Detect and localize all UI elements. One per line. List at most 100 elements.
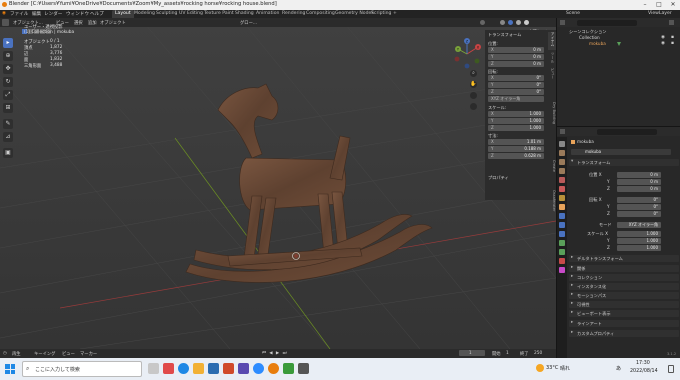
app-icon-2[interactable] — [223, 363, 234, 374]
prop-rotation-z[interactable]: 0° — [617, 211, 661, 217]
app-icon-5[interactable] — [298, 363, 309, 374]
ime-indicator[interactable]: あ — [616, 365, 621, 372]
solid-shading-icon[interactable] — [508, 20, 513, 25]
texture-tab-icon[interactable] — [559, 267, 565, 273]
measure-tool-icon[interactable]: ⊿ — [3, 132, 13, 142]
menu-add[interactable]: 追加 — [88, 20, 97, 26]
app-icon-3[interactable] — [238, 363, 249, 374]
menu-object[interactable]: オブジェクト — [100, 20, 126, 26]
menu-window[interactable]: ウィンドウ — [66, 11, 89, 17]
maximize-button[interactable]: □ — [652, 0, 666, 10]
outliner-collection[interactable]: Collection — [579, 35, 600, 40]
prop-scale-y[interactable]: 1.000 — [617, 238, 661, 244]
ortho-toggle-icon[interactable] — [470, 103, 477, 110]
edge-browser-icon[interactable] — [178, 363, 189, 374]
task-view-icon[interactable] — [148, 363, 159, 374]
motion-paths-section[interactable]: ▸ モーションパス — [569, 292, 679, 299]
menu-render[interactable]: レンダー — [44, 11, 62, 17]
object-visibility-eye-icon[interactable]: ◉ — [661, 41, 665, 46]
material-tab-icon[interactable] — [559, 258, 565, 264]
viewport-display-section[interactable]: ▸ ビューポート表示 — [569, 310, 679, 317]
side-tab-item[interactable]: アイテム — [548, 32, 556, 50]
object-camera-icon[interactable]: ▪ — [671, 41, 674, 46]
physics-tab-icon[interactable] — [559, 231, 565, 237]
blender-taskbar-icon[interactable] — [268, 363, 279, 374]
menu-edit[interactable]: 編集 — [32, 11, 41, 17]
wireframe-shading-icon[interactable] — [500, 20, 505, 25]
collection-tab-icon[interactable] — [559, 195, 565, 201]
camera-view-icon[interactable] — [470, 92, 477, 99]
app-icon-1[interactable] — [163, 363, 174, 374]
minimize-button[interactable]: – — [638, 0, 652, 10]
material-shading-icon[interactable] — [516, 20, 521, 25]
view-layer-tab-icon[interactable] — [559, 168, 565, 174]
object-tab-icon[interactable] — [559, 204, 565, 210]
npanel-rotation-z[interactable]: Z 0° — [488, 89, 544, 95]
filter-icon[interactable] — [669, 20, 674, 25]
transform-tool-icon[interactable]: ⊞ — [3, 103, 13, 113]
prop-scale-x[interactable]: 1.000 — [617, 231, 661, 237]
add-workspace-button[interactable]: + — [390, 10, 400, 18]
prop-rotation-y[interactable]: 0° — [617, 204, 661, 210]
npanel-location-z[interactable]: Z0 m — [488, 61, 544, 67]
prop-rotation-mode-select[interactable]: XYZ オイラー角 — [617, 222, 661, 228]
npanel-properties-section[interactable]: プロパティ — [488, 175, 509, 181]
prop-location-y[interactable]: 0 m — [617, 179, 661, 185]
prop-location-z[interactable]: 0 m — [617, 186, 661, 192]
tab-animation[interactable]: Animation — [253, 10, 282, 18]
menu-keying[interactable]: キーイング — [34, 351, 55, 357]
prop-location-x[interactable]: 0 m — [617, 172, 661, 178]
notification-icon[interactable] — [668, 365, 674, 373]
world-tab-icon[interactable] — [559, 186, 565, 192]
side-tab-ossafenster[interactable]: Ossafenster — [548, 190, 556, 226]
particles-tab-icon[interactable] — [559, 222, 565, 228]
side-tab-view[interactable]: ビュー — [548, 68, 556, 82]
end-frame-value[interactable]: 250 — [534, 351, 542, 356]
cursor-tool-icon[interactable]: ⊕ — [3, 51, 13, 61]
zoom-app-icon[interactable] — [253, 363, 264, 374]
relations-section[interactable]: ▸ 関係 — [569, 265, 679, 272]
rotate-tool-icon[interactable]: ↻ — [3, 77, 13, 87]
npanel-transform-header[interactable]: トランスフォーム — [488, 32, 521, 38]
store-icon[interactable] — [208, 363, 219, 374]
npanel-rotation-x[interactable]: X 0° — [488, 75, 544, 81]
add-cube-tool-icon[interactable]: ▣ — [3, 148, 13, 158]
collection-visibility-eye-icon[interactable]: ◉ — [661, 35, 665, 40]
data-tab-icon[interactable] — [559, 249, 565, 255]
view-layer-selector[interactable]: ViewLayer — [648, 11, 672, 16]
close-button[interactable]: ✕ — [666, 0, 680, 10]
object-name-field[interactable]: mokuba — [571, 149, 671, 155]
shading-buttons[interactable] — [480, 20, 534, 25]
delta-transform-section[interactable]: ▸ デルタトランスフォーム — [569, 255, 679, 262]
current-frame-field[interactable]: 1 — [459, 350, 485, 356]
annotate-tool-icon[interactable]: ✎ — [3, 119, 13, 129]
properties-search-input[interactable] — [597, 128, 657, 135]
outliner-search-input[interactable] — [577, 19, 637, 26]
orientation-selector[interactable]: グロー... — [240, 20, 257, 26]
npanel-scale-y[interactable]: Y 1.000 — [488, 118, 544, 124]
file-explorer-icon[interactable] — [193, 363, 204, 374]
properties-editor-icon[interactable] — [560, 129, 565, 134]
outliner-editor-icon[interactable] — [560, 20, 565, 25]
npanel-scale-x[interactable]: X 1.000 — [488, 111, 544, 117]
weather-sun-icon[interactable] — [536, 364, 544, 372]
weather-desc[interactable]: 晴れ — [560, 365, 570, 372]
move-tool-icon[interactable]: ✥ — [3, 64, 13, 74]
visibility-section[interactable]: ▸ 可視性 — [569, 301, 679, 308]
clock-date[interactable]: 2022/08/14 — [630, 369, 658, 374]
side-tab-create[interactable]: Create — [548, 160, 556, 182]
3d-viewport[interactable]: オブジェクト... ビュー 選択 追加 オブジェクト グロー... オプション … — [0, 18, 556, 349]
side-tab-tool[interactable]: ツール — [548, 52, 556, 66]
collection-camera-icon[interactable]: ▪ — [671, 35, 674, 40]
menu-timeline-view[interactable]: ビュー — [62, 351, 75, 357]
outliner-object-mokuba[interactable]: mokuba — [589, 41, 606, 46]
prop-scale-z[interactable]: 1.000 — [617, 245, 661, 251]
weather-temp[interactable]: 33°C — [546, 365, 558, 371]
blender-menu-icon[interactable]: ◉ — [2, 11, 6, 16]
taskbar-search-box[interactable]: ⌕ ここに入力して検索 — [22, 361, 142, 377]
custom-properties-section[interactable]: ▸ カスタムプロパティ — [569, 330, 679, 337]
instancing-section[interactable]: ▸ インスタンス化 — [569, 283, 679, 290]
npanel-dimensions-y[interactable]: Y 0.188 m — [488, 146, 544, 152]
npanel-rotation-y[interactable]: Y 0° — [488, 82, 544, 88]
menu-playback[interactable]: 再生 — [12, 351, 21, 357]
